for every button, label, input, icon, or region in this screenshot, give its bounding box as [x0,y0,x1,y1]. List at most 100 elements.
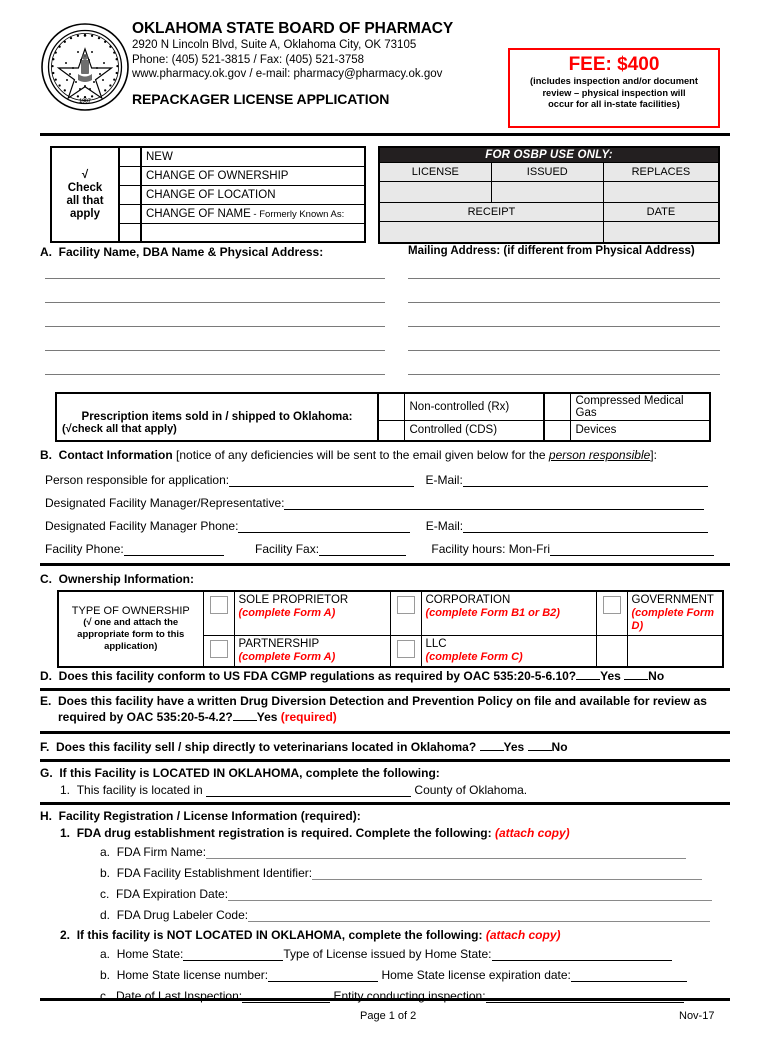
section-d-letter: D. [40,669,52,683]
item-label-compressed-medical-gas: Compressed Medical Gas [569,392,711,421]
table-row: RECEIPT DATE [378,202,720,222]
input-home-state-license-expiration[interactable] [570,969,687,982]
input-section-f-no[interactable] [527,739,552,751]
ownership-option-sole-proprietor: SOLE PROPRIETOR (complete Form A) [233,590,391,636]
address-line-input[interactable] [45,374,385,375]
organization-name: OKLAHOMA STATE BOARD OF PHARMACY [132,20,454,37]
mailing-line-input[interactable] [408,326,720,327]
table-row [378,181,720,203]
application-type-table: √ Check all that apply NEW CHANGE OF OWN… [50,146,366,243]
section-d-no-label: No [648,669,665,683]
input-section-d-yes[interactable] [576,668,601,680]
field-facility-manager: Designated Facility Manager/Representati… [45,496,705,510]
bullet-c: c. [100,887,110,901]
input-fda-facility-establishment-identifier[interactable] [312,867,703,880]
osbp-value-receipt[interactable] [378,221,604,243]
checkbox-cell-change-of-location[interactable] [118,184,142,205]
input-section-e-yes[interactable] [232,709,257,721]
input-fda-firm-name[interactable] [206,846,687,859]
empty-checkbox-cell [595,635,628,668]
input-section-d-no[interactable] [624,668,649,680]
option-label-change-of-name: CHANGE OF NAME - Formerly Known As: [140,203,366,224]
checkbox-cell-llc[interactable] [389,635,422,668]
section-h-title: Facility Registration / License Informat… [58,809,361,823]
checkbox-partnership[interactable] [209,640,228,658]
input-fda-expiration-date[interactable] [228,888,713,901]
section-b-note-pre: [notice of any deficiencies will be sent… [172,448,549,462]
bullet-a: a. [100,845,111,859]
input-type-of-license[interactable] [491,948,672,961]
input-home-state[interactable] [183,948,284,961]
input-county[interactable] [206,784,412,797]
ownership-option-corporation: CORPORATION (complete Form B1 or B2) [420,590,597,636]
checkbox-sole-proprietor[interactable] [209,596,228,614]
osbp-header-date: DATE [602,202,720,222]
input-home-state-license-number[interactable] [268,969,379,982]
ownership-label-line-2: (√ one and attach the [83,617,179,628]
checkbox-corporation[interactable] [396,596,415,614]
label-home-state-license-expiration: Home State license expiration date: [381,968,571,982]
section-h-sub-1-number: 1. [60,826,71,840]
input-person-responsible[interactable] [229,474,415,487]
section-f-text: Does this facility sell / ship directly … [56,740,477,754]
input-email-2[interactable] [463,520,709,533]
checkbox-cell-government[interactable] [595,590,628,636]
checkbox-cell-corporation[interactable] [389,590,422,636]
input-email-1[interactable] [462,474,708,487]
oklahoma-state-seal-icon: 1907 [40,22,130,112]
input-facility-manager[interactable] [284,497,705,510]
checkbox-cell-devices[interactable] [543,420,571,441]
checkbox-llc[interactable] [396,640,415,658]
ownership-option-partnership: PARTNERSHIP (complete Form A) [233,635,391,668]
mailing-line-input[interactable] [408,302,720,303]
checkbox-cell-partnership[interactable] [202,635,235,668]
formerly-known-as-input[interactable] [140,222,366,243]
address-line-input[interactable] [45,278,385,279]
footer-divider [40,998,730,1001]
prescription-items-table: Prescription items sold in / shipped to … [55,392,711,442]
label-facility-manager-phone: Designated Facility Manager Phone: [45,519,239,533]
input-section-f-yes[interactable] [479,739,504,751]
section-f-letter: F. [40,740,50,754]
option-label-new: NEW [140,146,366,167]
ownership-form-government: (complete Form D) [631,607,715,632]
ownership-name-llc: LLC [425,638,447,650]
checkbox-cell-controlled-cds[interactable] [377,420,405,441]
input-facility-phone[interactable] [123,543,224,556]
field-home-state: a. Home State: Type of License issued by … [100,947,672,961]
input-entity-conducting-inspection[interactable] [485,990,684,1003]
osbp-value-issued[interactable] [490,181,604,203]
checkbox-cell-non-controlled[interactable] [377,392,405,421]
osbp-header-receipt: RECEIPT [378,202,604,222]
section-g-item-pre: This facility is located in [76,783,203,797]
mailing-address-lines [408,278,720,398]
checkbox-cell-change-of-ownership[interactable] [118,165,142,186]
address-line-input[interactable] [45,326,385,327]
fee-note-line-3: occur for all in-state facilities) [548,99,680,110]
input-facility-hours[interactable] [550,543,715,556]
organization-address: 2920 N Lincoln Blvd, Suite A, Oklahoma C… [132,39,417,51]
checkbox-cell-sole-proprietor[interactable] [202,590,235,636]
osbp-value-license[interactable] [378,181,492,203]
check-instruction-line-1: Check [67,181,103,194]
checkbox-cell-new[interactable] [118,146,142,167]
mailing-line-input[interactable] [408,374,720,375]
prescription-items-label-line-1: Prescription items sold in / shipped to … [81,410,353,423]
address-line-input[interactable] [45,302,385,303]
input-facility-manager-phone[interactable] [238,520,411,533]
section-a-right-title: Mailing Address: (if different from Phys… [408,245,695,257]
osbp-value-replaces[interactable] [602,181,720,203]
input-fda-drug-labeler-code[interactable] [248,909,711,922]
checkbox-cell-compressed-medical-gas[interactable] [543,392,571,421]
osbp-value-date[interactable] [602,221,720,243]
mailing-line-input[interactable] [408,278,720,279]
input-date-of-last-inspection[interactable] [242,990,331,1003]
empty-option-cell [626,635,724,668]
checkbox-cell-change-of-name[interactable] [118,203,142,224]
checkbox-government[interactable] [602,596,621,614]
mailing-line-input[interactable] [408,350,720,351]
osbp-header-replaces: REPLACES [602,162,720,182]
input-facility-fax[interactable] [319,543,407,556]
address-line-input[interactable] [45,350,385,351]
section-b-divider [40,563,730,566]
